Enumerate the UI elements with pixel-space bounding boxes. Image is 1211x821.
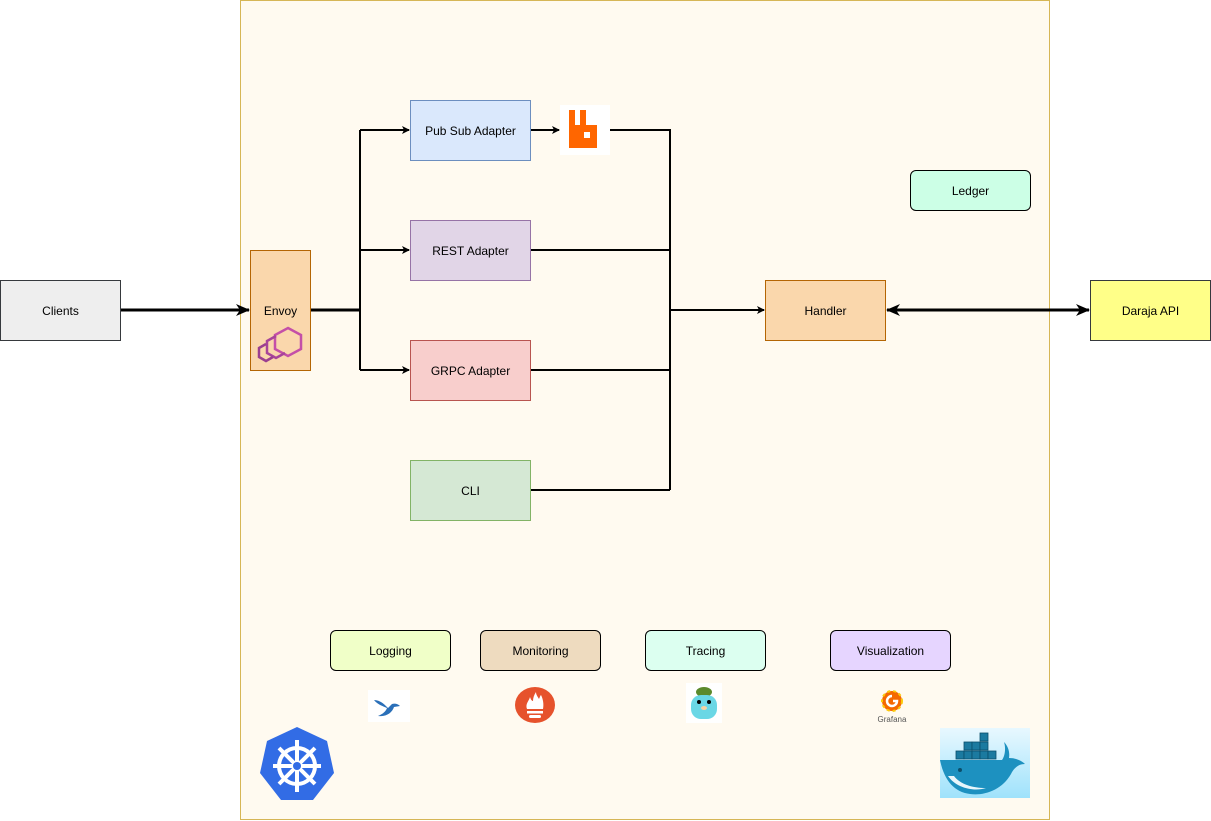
kubernetes-icon [260, 727, 334, 800]
rest-adapter-node[interactable]: REST Adapter [410, 220, 531, 281]
ledger-label: Ledger [951, 183, 990, 198]
daraja-label: Daraja API [1121, 303, 1180, 318]
monitoring-node[interactable]: Monitoring [480, 630, 601, 671]
grafana-logo-text: Grafana [877, 715, 907, 724]
logging-label: Logging [369, 643, 412, 658]
tracing-node[interactable]: Tracing [645, 630, 766, 671]
fluentd-icon [368, 690, 410, 722]
visualization-label: Visualization [856, 643, 925, 658]
cli-label: CLI [461, 483, 480, 498]
ledger-node[interactable]: Ledger [910, 170, 1031, 211]
rabbitmq-icon [560, 105, 610, 155]
clients-node[interactable]: Clients [0, 280, 121, 341]
envoy-icon [257, 326, 303, 363]
edge-rabbitmq-merge [610, 129, 671, 490]
grpc-label: GRPC Adapter [430, 363, 511, 378]
pubsub-adapter-node[interactable]: Pub Sub Adapter [410, 100, 531, 161]
grafana-icon: Grafana [872, 688, 912, 724]
tracing-label: Tracing [685, 643, 726, 658]
rest-label: REST Adapter [432, 243, 509, 258]
logging-node[interactable]: Logging [330, 630, 451, 671]
visualization-node[interactable]: Visualization [830, 630, 951, 671]
prometheus-icon [515, 687, 555, 723]
jaeger-gopher-icon [686, 683, 722, 723]
clients-label: Clients [42, 303, 79, 318]
envoy-label: Envoy [263, 303, 298, 318]
grpc-adapter-node[interactable]: GRPC Adapter [410, 340, 531, 401]
pubsub-label: Pub Sub Adapter [425, 123, 516, 138]
daraja-api-node[interactable]: Daraja API [1090, 280, 1211, 341]
cli-node[interactable]: CLI [410, 460, 531, 521]
monitoring-label: Monitoring [512, 643, 569, 658]
handler-label: Handler [804, 303, 847, 318]
docker-icon [940, 728, 1030, 798]
handler-node[interactable]: Handler [765, 280, 886, 341]
